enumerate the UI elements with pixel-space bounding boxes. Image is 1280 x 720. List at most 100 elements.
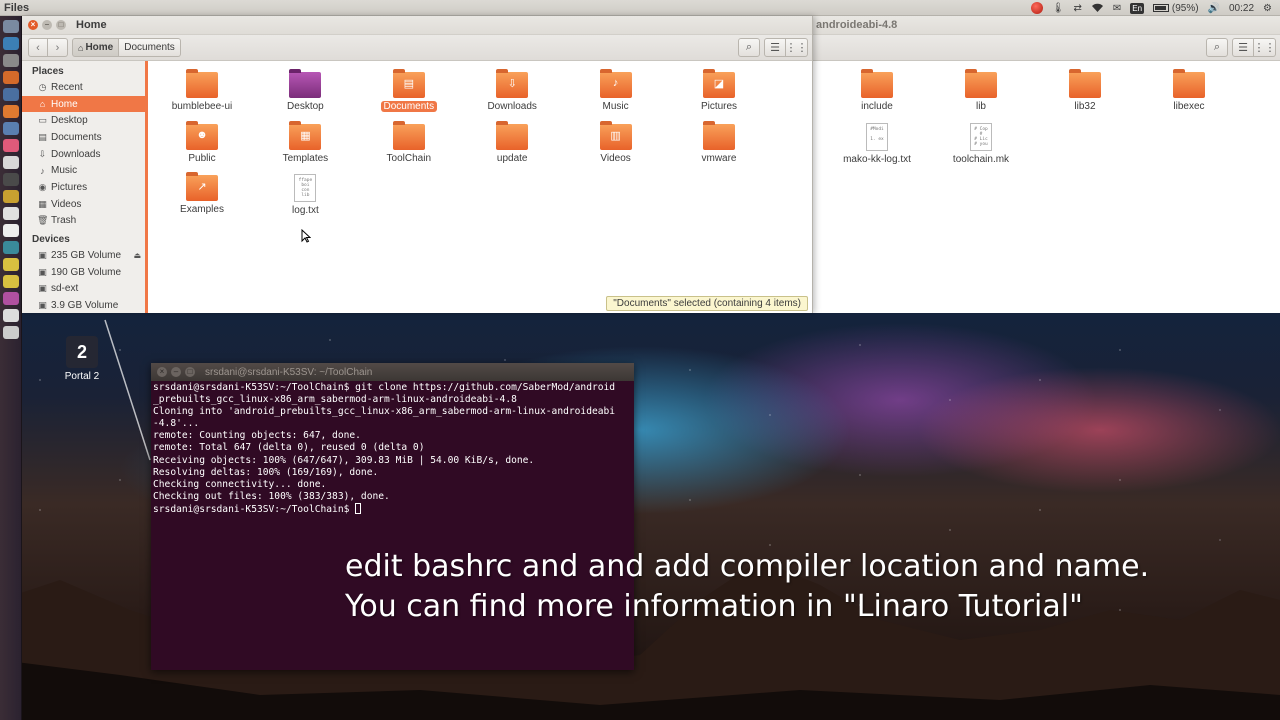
terminal-cursor [355, 502, 362, 514]
launcher-app-icon[interactable] [3, 241, 19, 254]
maximize-window-button[interactable]: □ [185, 367, 195, 377]
launcher-app-icon[interactable] [3, 105, 19, 118]
battery-indicator[interactable]: (95%) [1153, 2, 1199, 14]
launcher-trash-icon[interactable] [3, 326, 19, 339]
chevron-left-icon: ‹ [36, 41, 40, 54]
file-item[interactable]: ffape boi con lib log.txt [253, 164, 357, 216]
folder-item[interactable]: lib32 [1033, 61, 1137, 112]
sidebar-item-downloads[interactable]: ⇩ Downloads [22, 146, 145, 163]
folder-item[interactable]: ⇩ Downloads [460, 61, 564, 112]
launcher-terminal-icon[interactable] [3, 173, 19, 186]
launcher-app-icon[interactable] [3, 292, 19, 305]
file-manager-window-back: androideabi-4.8 ⌕ ☰ ⋮⋮ include lib lib32 li… [812, 16, 1280, 313]
folder-item[interactable]: ToolChain [357, 113, 461, 164]
folder-item[interactable]: vmware [667, 113, 771, 164]
sidebar-item-trash[interactable]: 🗑 Trash [22, 213, 145, 230]
sidebar-item-pictures[interactable]: ◉ Pictures [22, 179, 145, 196]
sidebar-item-190-gb-volume[interactable]: ▣ 190 GB Volume [22, 264, 145, 281]
launcher-firefox-icon[interactable] [3, 71, 19, 84]
mail-icon[interactable]: ✉ [1113, 2, 1121, 14]
back-button[interactable]: ‹ [28, 38, 48, 57]
launcher-dash-icon[interactable] [3, 20, 19, 33]
folder-item[interactable]: lib [929, 61, 1033, 112]
close-window-button[interactable]: × [28, 20, 38, 30]
window-titlebar[interactable]: × – □ Home [22, 16, 812, 35]
list-view-button[interactable]: ☰ [764, 38, 786, 57]
drive-icon: ▣ [38, 283, 47, 294]
folder-item[interactable]: ☻ Public [150, 113, 254, 164]
item-label: update [496, 152, 528, 164]
search-icon: ⌕ [1213, 41, 1221, 53]
launcher-app-icon[interactable] [3, 156, 19, 169]
folder-item[interactable]: update [460, 113, 564, 164]
list-view-button[interactable]: ☰ [1232, 38, 1254, 57]
eject-icon[interactable]: ⏏ [133, 251, 141, 260]
launcher-app-icon[interactable] [3, 88, 19, 101]
grid-view-button[interactable]: ⋮⋮ [1254, 38, 1276, 57]
folder-item[interactable]: ▥ Videos [564, 113, 668, 164]
launcher-app-icon[interactable] [3, 207, 19, 220]
status-bar: "Documents" selected (containing 4 items… [606, 296, 808, 311]
sidebar-item-home[interactable]: ⌂ Home [22, 95, 145, 113]
sidebar-item-sd-ext[interactable]: ▣ sd-ext [22, 281, 145, 298]
sync-icon[interactable]: ⇄ [1074, 2, 1082, 14]
folder-item[interactable]: Desktop [253, 61, 357, 112]
launcher-app-icon[interactable] [3, 224, 19, 237]
launcher-app-icon[interactable] [3, 309, 19, 322]
thermometer-icon[interactable]: 🌡 [1052, 2, 1065, 14]
launcher-app-icon[interactable] [3, 139, 19, 152]
power-gear-icon[interactable]: ⚙ [1263, 2, 1272, 14]
sidebar-item-videos[interactable]: ▦ Videos [22, 196, 145, 213]
launcher-files-icon[interactable] [3, 54, 19, 67]
sidebar-item-documents[interactable]: ▤ Documents [22, 129, 145, 146]
file-item[interactable]: #Modi 1. ex mako-kk-log.txt [825, 113, 929, 165]
list-icon: ☰ [1238, 42, 1248, 54]
folder-item[interactable]: include [825, 61, 929, 112]
folder-item[interactable]: ◪ Pictures [667, 61, 771, 112]
folder-icon: ▥ [599, 120, 632, 150]
close-window-button[interactable]: × [157, 367, 167, 377]
terminal-titlebar[interactable]: × – □ srsdani@srsdani-K53SV: ~/ToolChain [151, 363, 634, 381]
wifi-icon[interactable] [1091, 2, 1104, 14]
folder-item[interactable]: libexec [1137, 61, 1241, 112]
clock[interactable]: 00:22 [1229, 2, 1254, 14]
minimize-window-button[interactable]: – [171, 367, 181, 377]
maximize-window-button[interactable]: □ [56, 20, 66, 30]
folder-icon [392, 120, 425, 150]
launcher-app-icon[interactable] [3, 190, 19, 203]
file-grid: include lib lib32 libexec #Modi 1. ex mako-kk… [813, 61, 1280, 313]
keyboard-layout-indicator[interactable]: En [1130, 2, 1145, 14]
sidebar-item-desktop[interactable]: ▭ Desktop [22, 112, 145, 129]
launcher-app-icon[interactable] [3, 37, 19, 50]
sidebar-item-music[interactable]: ♪ Music [22, 162, 145, 179]
folder-item[interactable]: bumblebee-ui [150, 61, 254, 112]
terminal-line-text: _prebuilts_gcc_linux-x86_arm_sabermod-ar… [153, 394, 517, 406]
launcher-app-icon[interactable] [3, 275, 19, 288]
breadcrumb-documents[interactable]: Documents [119, 38, 181, 57]
window-titlebar[interactable]: androideabi-4.8 [813, 16, 1280, 35]
folder-item[interactable]: ↗ Examples [150, 164, 254, 215]
file-item[interactable]: # Cop # # Lic # you toolchain.mk [929, 113, 1033, 165]
sidebar-item-235-gb-volume[interactable]: ▣ 235 GB Volume ⏏ [22, 247, 145, 264]
search-button[interactable]: ⌕ [738, 38, 760, 57]
folder-item[interactable]: ♪ Music [564, 61, 668, 112]
folder-item[interactable]: ▦ Templates [253, 113, 357, 164]
battery-icon [1153, 4, 1170, 12]
terminal-output[interactable]: srsdani@srsdani-K53SV:~/ToolChain$ git c… [151, 381, 634, 516]
desktop-icon-portal2[interactable]: 2 Portal 2 [58, 336, 106, 382]
mouse-pointer-icon [301, 229, 311, 243]
launcher-app-icon[interactable] [3, 258, 19, 271]
grid-view-button[interactable]: ⋮⋮ [786, 38, 808, 57]
volume-icon[interactable]: 🔊 [1208, 2, 1220, 14]
sidebar-item-recent[interactable]: ◷ Recent [22, 79, 145, 96]
breadcrumb-home[interactable]: ⌂ Home [72, 38, 120, 57]
drive-icon: ▣ [38, 250, 47, 261]
launcher-app-icon[interactable] [3, 122, 19, 135]
sidebar-item-3-9-gb-volume[interactable]: ▣ 3.9 GB Volume [22, 297, 145, 313]
search-button[interactable]: ⌕ [1206, 38, 1228, 57]
recording-indicator[interactable] [1030, 2, 1043, 14]
folder-item[interactable]: ▤ Documents [357, 61, 461, 112]
portal2-logo-icon: 2 [66, 336, 98, 368]
minimize-window-button[interactable]: – [42, 20, 52, 30]
forward-button[interactable]: › [48, 38, 68, 57]
